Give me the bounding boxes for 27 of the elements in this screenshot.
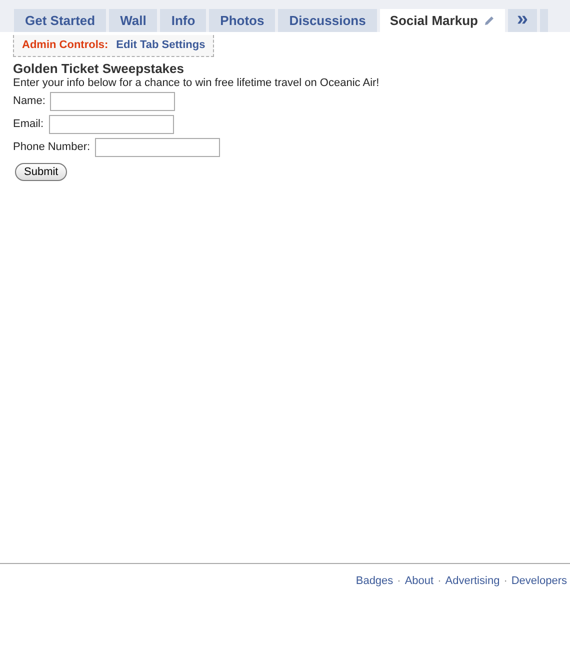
edit-tab-settings-link[interactable]: Edit Tab Settings: [116, 37, 206, 54]
sweepstakes-title: Golden Ticket Sweepstakes: [13, 60, 185, 76]
footer-link[interactable]: Advertising: [445, 573, 500, 590]
field-label: Email:: [13, 116, 44, 132]
separator-dot: ·: [436, 574, 442, 589]
tab[interactable]: Photos: [209, 9, 276, 32]
pencil-icon[interactable]: [484, 15, 495, 26]
tab[interactable]: Discussions: [278, 9, 377, 32]
field-label: Name:: [13, 94, 46, 109]
separator-dot: ·: [502, 574, 508, 589]
tab[interactable]: Get Started: [14, 9, 106, 32]
intro-text: Enter your info below for a chance to win free lifetime travel on Oceanic Air!: [13, 76, 380, 90]
input-field[interactable]: [50, 92, 176, 110]
partial-tab[interactable]: [540, 9, 548, 32]
tab[interactable]: Wall: [109, 9, 158, 32]
footer-link[interactable]: Developers: [511, 573, 567, 590]
footer-link[interactable]: Badges: [356, 573, 394, 590]
more-tabs-button[interactable]: »: [508, 9, 537, 32]
footer-link[interactable]: About: [404, 573, 434, 590]
tab[interactable]: Social Markup: [380, 9, 505, 32]
admin-controls-label: Admin Controls:: [22, 38, 108, 53]
submit-button[interactable]: Submit: [15, 162, 68, 180]
separator-dot: ·: [396, 574, 402, 589]
tab[interactable]: Info: [160, 9, 206, 32]
input-field[interactable]: [48, 114, 174, 134]
input-field[interactable]: [95, 138, 220, 156]
field-label: Phone Number:: [13, 140, 90, 155]
